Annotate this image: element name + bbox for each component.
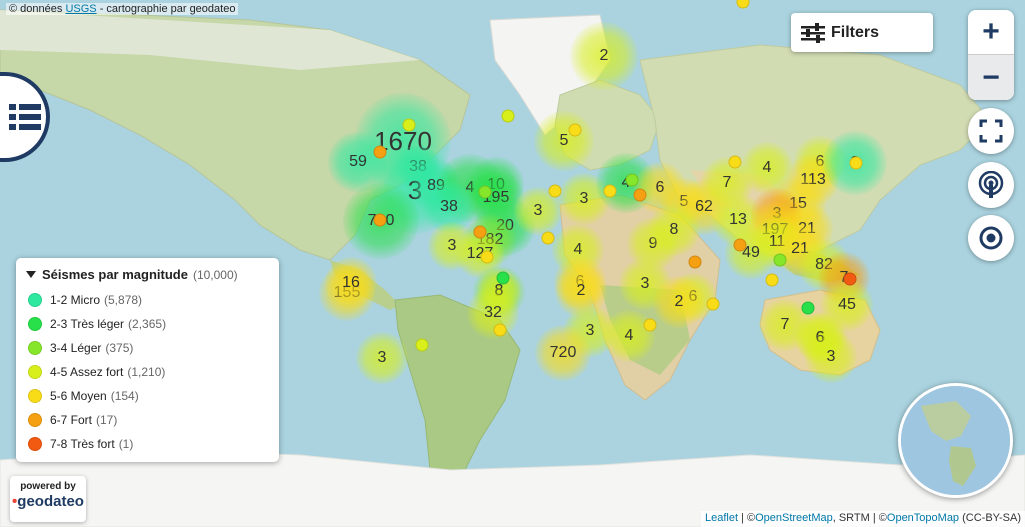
legend-item[interactable]: 3-4 Léger (375) <box>26 336 269 360</box>
powered-by-badge[interactable]: powered by •geodateo <box>10 476 86 522</box>
attribution-prefix: © données <box>9 3 63 15</box>
earthquake-marker[interactable] <box>478 185 492 199</box>
earthquake-cluster[interactable]: 720 <box>535 325 591 381</box>
attribution-sep-2: | © <box>869 512 887 524</box>
earthquake-marker[interactable] <box>496 271 510 285</box>
legend-item-count: (154) <box>110 389 139 403</box>
magnitude-swatch <box>28 293 42 307</box>
earthquake-marker[interactable] <box>625 173 639 187</box>
magnitude-legend: Séismes par magnitude (10,000) 1-2 Micro… <box>16 258 279 462</box>
legend-item-label: 2-3 Très léger <box>50 317 125 331</box>
locate-button[interactable] <box>968 215 1014 261</box>
legend-item-count: (375) <box>105 341 134 355</box>
legend-item[interactable]: 6-7 Fort (17) <box>26 408 269 432</box>
earthquake-cluster[interactable]: 16 <box>325 257 377 309</box>
opentopomap-link[interactable]: OpenTopoMap <box>887 512 959 524</box>
magnitude-swatch <box>28 317 42 331</box>
earthquake-cluster[interactable]: 2 <box>653 276 705 328</box>
earthquake-cluster[interactable]: 5 <box>534 111 594 171</box>
earthquake-marker[interactable] <box>603 184 617 198</box>
earthquake-marker[interactable] <box>849 156 863 170</box>
earthquake-marker[interactable] <box>493 323 507 337</box>
earthquake-marker[interactable] <box>728 155 742 169</box>
earthquake-cluster[interactable]: 3 <box>356 332 408 384</box>
legend-item-label: 7-8 Très fort <box>50 437 115 451</box>
earthquake-marker[interactable] <box>473 225 487 239</box>
legend-item-label: 5-6 Moyen <box>50 389 107 403</box>
legend-item-count: (17) <box>96 413 118 427</box>
earthquake-marker[interactable] <box>373 145 387 159</box>
earthquake-marker[interactable] <box>843 272 857 286</box>
earthquake-marker[interactable] <box>633 188 647 202</box>
list-icon <box>9 104 41 130</box>
earthquake-marker[interactable] <box>765 273 779 287</box>
magnitude-swatch <box>28 413 42 427</box>
legend-item-count: (5,878) <box>104 293 143 307</box>
magnitude-swatch <box>28 389 42 403</box>
earthquake-marker[interactable] <box>733 238 747 252</box>
legend-total: (10,000) <box>192 267 238 282</box>
legend-title[interactable]: Séismes par magnitude (10,000) <box>26 267 269 282</box>
powered-by-text: powered by <box>20 481 76 492</box>
collapse-triangle-icon[interactable] <box>26 271 36 278</box>
earthquake-marker[interactable] <box>548 184 562 198</box>
earthquake-marker[interactable] <box>402 118 416 132</box>
broadcast-button[interactable] <box>968 162 1014 208</box>
legend-item[interactable]: 7-8 Très fort (1) <box>26 432 269 456</box>
zoom-in-button[interactable]: + <box>968 10 1014 55</box>
earthquake-marker[interactable] <box>801 301 815 315</box>
usgs-link[interactable]: USGS <box>65 3 96 15</box>
geodateo-logo: •geodateo <box>12 493 84 510</box>
leaflet-link[interactable]: Leaflet <box>705 512 738 524</box>
earthquake-cluster[interactable]: 3 <box>805 331 857 383</box>
zoom-out-button[interactable]: − <box>968 55 1014 100</box>
legend-item-label: 4-5 Assez fort <box>50 365 124 379</box>
attribution-bottom: Leaflet | ©OpenStreetMap, SRTM | ©OpenTo… <box>700 511 1025 527</box>
filters-button[interactable]: Filters <box>791 13 933 52</box>
minimap-globe[interactable] <box>898 383 1013 498</box>
legend-item-count: (1,210) <box>127 365 166 379</box>
legend-item[interactable]: 1-2 Micro (5,878) <box>26 288 269 312</box>
attribution-sep-1: | © <box>738 512 756 524</box>
earthquake-marker[interactable] <box>643 318 657 332</box>
earthquake-marker[interactable] <box>568 123 582 137</box>
geodateo-logo-text: geodateo <box>17 493 84 510</box>
legend-item-count: (2,365) <box>128 317 167 331</box>
magnitude-swatch <box>28 437 42 451</box>
locate-icon <box>979 226 1003 250</box>
legend-title-text: Séismes par magnitude <box>42 267 188 282</box>
earthquake-marker[interactable] <box>773 253 787 267</box>
fullscreen-icon <box>979 119 1003 143</box>
earthquake-marker[interactable] <box>688 255 702 269</box>
earthquake-marker[interactable] <box>706 297 720 311</box>
broadcast-icon <box>978 171 1004 198</box>
magnitude-swatch <box>28 341 42 355</box>
legend-item[interactable]: 4-5 Assez fort (1,210) <box>26 360 269 384</box>
legend-item-label: 1-2 Micro <box>50 293 101 307</box>
osm-link[interactable]: OpenStreetMap <box>755 512 833 524</box>
fullscreen-button[interactable] <box>968 108 1014 154</box>
earthquake-marker[interactable] <box>501 109 515 123</box>
license-text: (CC-BY-SA) <box>959 512 1021 524</box>
earthquake-marker[interactable] <box>541 231 555 245</box>
earthquake-marker[interactable] <box>373 213 387 227</box>
legend-item-label: 3-4 Léger <box>50 341 102 355</box>
filters-label: Filters <box>831 23 880 41</box>
earthquake-cluster[interactable]: 2 <box>570 22 638 90</box>
earthquake-marker[interactable] <box>480 250 494 264</box>
legend-item-count: (1) <box>118 437 134 451</box>
magnitude-swatch <box>28 365 42 379</box>
legend-item[interactable]: 5-6 Moyen (154) <box>26 384 269 408</box>
attribution-top: © données USGS - cartographie par geodat… <box>6 3 239 15</box>
attribution-suffix: - cartographie par geodateo <box>99 3 236 15</box>
legend-item-label: 6-7 Fort <box>50 413 93 427</box>
earthquake-cluster[interactable]: 49 <box>725 227 777 279</box>
zoom-control: + − <box>968 10 1014 100</box>
earthquake-cluster[interactable]: 8 <box>648 204 700 256</box>
srtm-text: , SRTM <box>832 512 870 524</box>
earthquake-marker[interactable] <box>415 338 429 352</box>
legend-item[interactable]: 2-3 Très léger (2,365) <box>26 312 269 336</box>
sliders-icon <box>801 22 825 43</box>
